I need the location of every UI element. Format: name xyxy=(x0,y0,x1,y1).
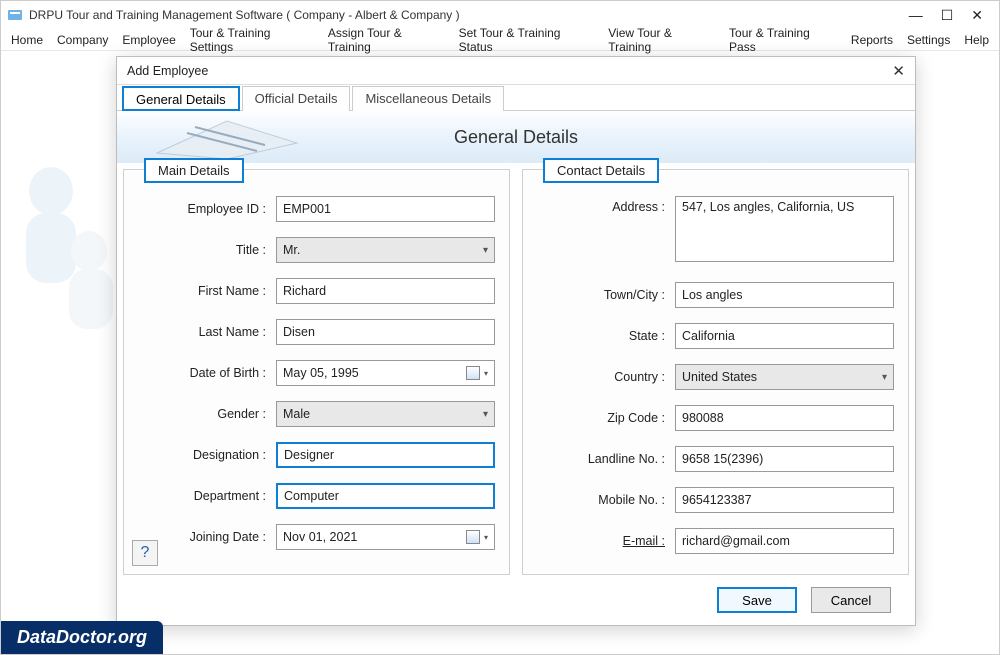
main-details-group: Main Details Employee ID : Title : Mr.▾ … xyxy=(123,169,510,575)
help-button[interactable]: ? xyxy=(132,540,158,566)
title-select[interactable]: Mr.▾ xyxy=(276,237,495,263)
country-select[interactable]: United States▾ xyxy=(675,364,894,390)
dob-label: Date of Birth : xyxy=(138,366,266,380)
employee-id-label: Employee ID : xyxy=(138,202,266,216)
designation-input[interactable] xyxy=(276,442,495,468)
address-label: Address : xyxy=(537,200,665,214)
town-label: Town/City : xyxy=(537,288,665,302)
landline-label: Landline No. : xyxy=(537,452,665,466)
department-input[interactable] xyxy=(276,483,495,509)
menu-tour-training-settings[interactable]: Tour & Training Settings xyxy=(190,26,314,54)
zip-label: Zip Code : xyxy=(537,411,665,425)
landline-input[interactable] xyxy=(675,446,894,472)
zip-input[interactable] xyxy=(675,405,894,431)
cancel-button[interactable]: Cancel xyxy=(811,587,891,613)
dialog-title-text: Add Employee xyxy=(127,64,208,78)
menu-assign-tour-training[interactable]: Assign Tour & Training xyxy=(328,26,445,54)
gender-select[interactable]: Male▾ xyxy=(276,401,495,427)
menu-tour-training-pass[interactable]: Tour & Training Pass xyxy=(729,26,837,54)
main-menubar: Home Company Employee Tour & Training Se… xyxy=(1,29,999,51)
dob-datepicker[interactable]: May 05, 1995▾ xyxy=(276,360,495,386)
menu-company[interactable]: Company xyxy=(57,33,108,47)
title-label: Title : xyxy=(138,243,266,257)
minimize-button[interactable]: — xyxy=(909,7,923,24)
calendar-icon xyxy=(466,530,480,544)
address-textarea[interactable] xyxy=(675,196,894,262)
menu-reports[interactable]: Reports xyxy=(851,33,893,47)
state-input[interactable] xyxy=(675,323,894,349)
save-button[interactable]: Save xyxy=(717,587,797,613)
employee-id-input[interactable] xyxy=(276,196,495,222)
chevron-down-icon: ▾ xyxy=(484,533,488,542)
joining-datepicker[interactable]: Nov 01, 2021▾ xyxy=(276,524,495,550)
designation-label: Designation : xyxy=(138,448,266,462)
background-illustration xyxy=(11,151,121,371)
question-icon: ? xyxy=(141,544,150,562)
calendar-icon xyxy=(466,366,480,380)
menu-employee[interactable]: Employee xyxy=(122,33,175,47)
town-input[interactable] xyxy=(675,282,894,308)
last-name-label: Last Name : xyxy=(138,325,266,339)
tab-general-details[interactable]: General Details xyxy=(122,86,240,111)
menu-view-tour-training[interactable]: View Tour & Training xyxy=(608,26,715,54)
mobile-label: Mobile No. : xyxy=(537,493,665,507)
first-name-label: First Name : xyxy=(138,284,266,298)
menu-home[interactable]: Home xyxy=(11,33,43,47)
country-label: Country : xyxy=(537,370,665,384)
section-header: General Details xyxy=(117,111,915,163)
dialog-tabs: General Details Official Details Miscell… xyxy=(117,85,915,111)
menu-set-status[interactable]: Set Tour & Training Status xyxy=(459,26,595,54)
mobile-input[interactable] xyxy=(675,487,894,513)
chevron-down-icon: ▾ xyxy=(483,245,488,256)
maximize-button[interactable]: ☐ xyxy=(941,7,954,24)
gender-label: Gender : xyxy=(138,407,266,421)
menu-help[interactable]: Help xyxy=(964,33,989,47)
chevron-down-icon: ▾ xyxy=(484,369,488,378)
window-title: DRPU Tour and Training Management Softwa… xyxy=(29,8,909,22)
email-label[interactable]: E-mail : xyxy=(537,534,665,548)
add-employee-dialog: Add Employee ✕ General Details Official … xyxy=(116,56,916,626)
last-name-input[interactable] xyxy=(276,319,495,345)
chevron-down-icon: ▾ xyxy=(483,409,488,420)
section-heading: General Details xyxy=(454,127,578,148)
menu-settings[interactable]: Settings xyxy=(907,33,950,47)
dialog-button-row: Save Cancel xyxy=(717,587,891,613)
contact-details-label: Contact Details xyxy=(543,158,659,183)
email-input[interactable] xyxy=(675,528,894,554)
dialog-titlebar: Add Employee ✕ xyxy=(117,57,915,85)
main-details-label: Main Details xyxy=(144,158,244,183)
state-label: State : xyxy=(537,329,665,343)
dialog-close-button[interactable]: ✕ xyxy=(892,62,905,80)
tab-misc-details[interactable]: Miscellaneous Details xyxy=(352,86,504,111)
department-label: Department : xyxy=(138,489,266,503)
notebook-illustration xyxy=(147,113,307,161)
datadoctor-logo: DataDoctor.org xyxy=(1,621,163,654)
contact-details-group: Contact Details Address : Town/City : St… xyxy=(522,169,909,575)
chevron-down-icon: ▾ xyxy=(882,372,887,383)
app-icon xyxy=(7,7,23,23)
tab-official-details[interactable]: Official Details xyxy=(242,86,351,111)
close-button[interactable]: ✕ xyxy=(971,7,983,24)
first-name-input[interactable] xyxy=(276,278,495,304)
